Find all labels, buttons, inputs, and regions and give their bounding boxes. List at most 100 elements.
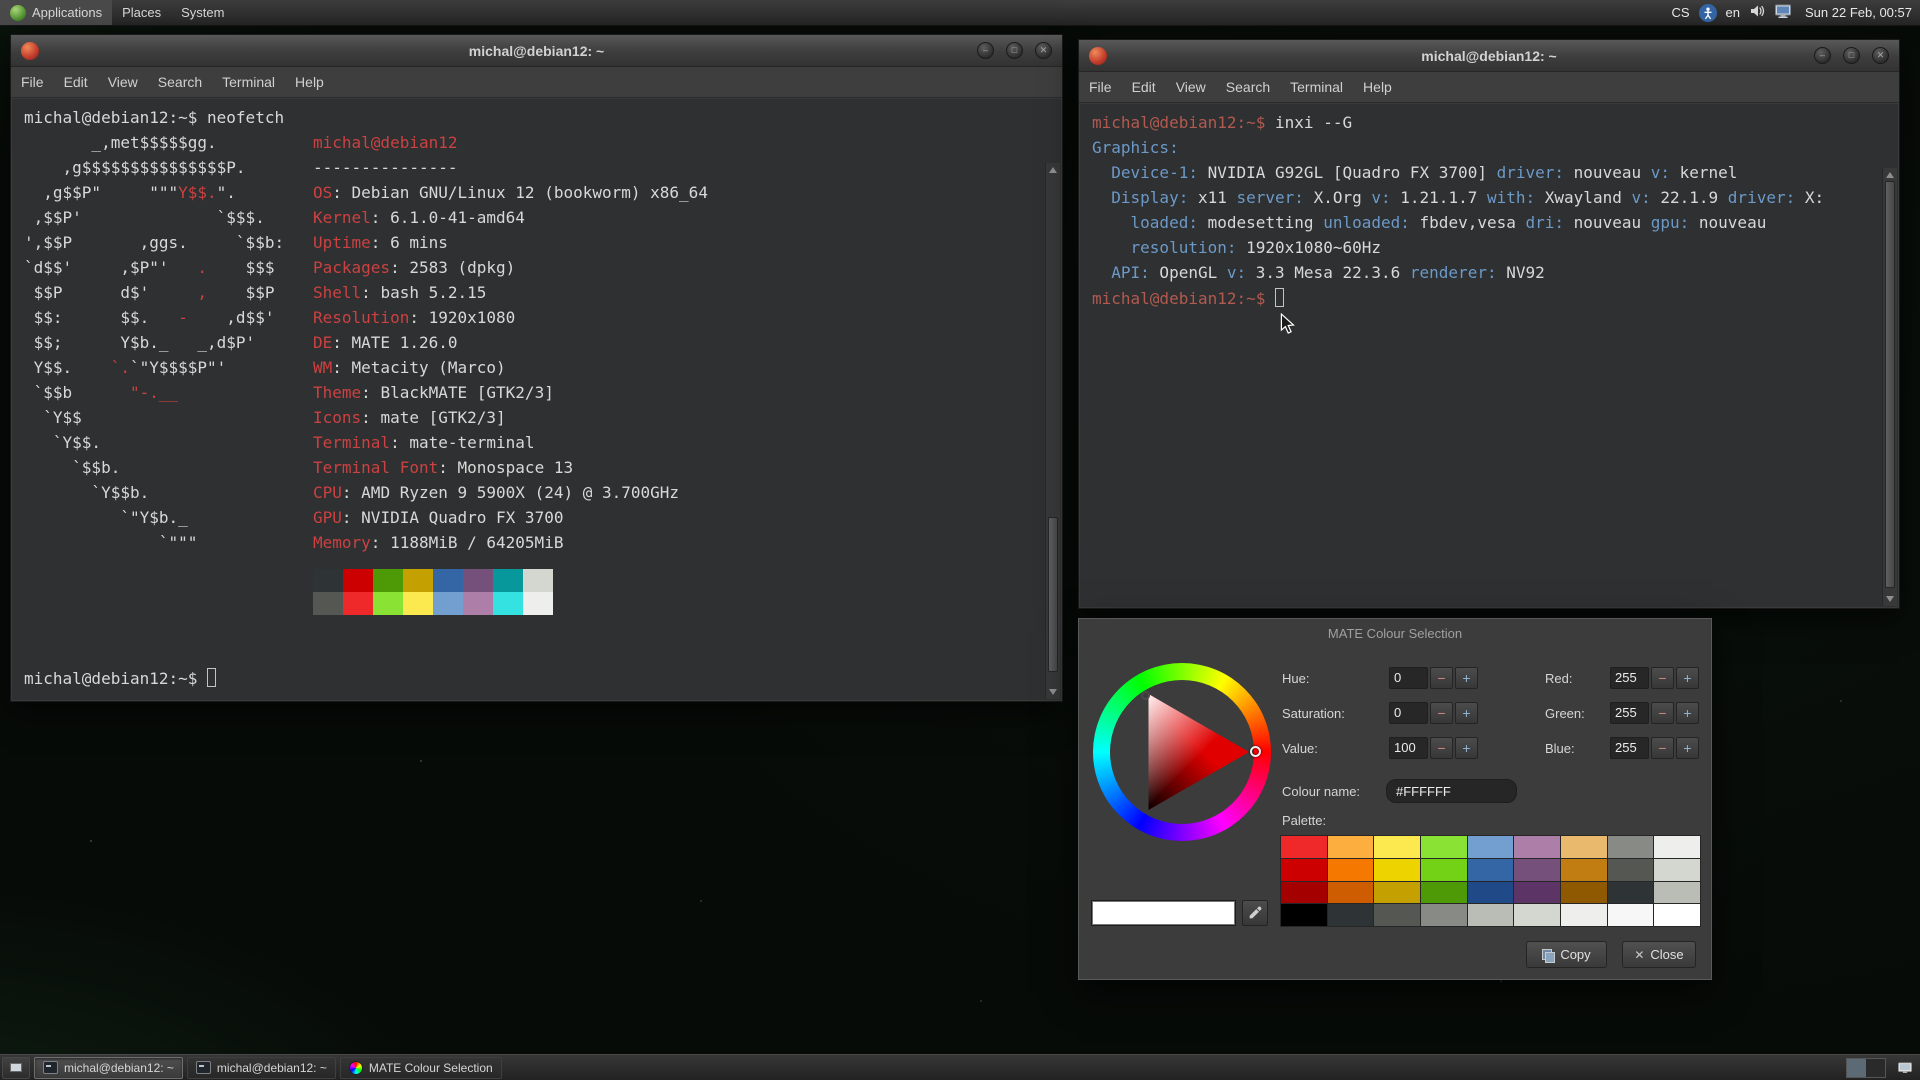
menu-system[interactable]: System: [171, 0, 234, 25]
palette-swatch[interactable]: [1514, 882, 1560, 904]
palette-swatch[interactable]: [1421, 904, 1467, 926]
menubar-item-view[interactable]: View: [1166, 79, 1216, 95]
scrollbar[interactable]: [1045, 163, 1060, 699]
palette-swatch[interactable]: [1654, 904, 1700, 926]
scrollbar-thumb[interactable]: [1885, 181, 1895, 588]
palette-swatch[interactable]: [1654, 836, 1700, 858]
volume-icon[interactable]: [1749, 3, 1765, 22]
palette-swatch[interactable]: [1514, 859, 1560, 881]
decrement-button[interactable]: −: [1430, 667, 1453, 689]
taskbar-button[interactable]: michal@debian12: ~: [34, 1057, 183, 1079]
menubar-item-search[interactable]: Search: [148, 74, 212, 90]
minimize-button[interactable]: –: [977, 42, 994, 59]
palette-swatch[interactable]: [1514, 904, 1560, 926]
minimize-button[interactable]: –: [1814, 47, 1831, 64]
palette-swatch[interactable]: [1561, 904, 1607, 926]
scroll-down-arrow[interactable]: [1049, 689, 1057, 695]
palette-swatch[interactable]: [1561, 882, 1607, 904]
palette-swatch[interactable]: [1468, 859, 1514, 881]
menubar-item-file[interactable]: File: [11, 74, 54, 90]
palette-swatch[interactable]: [1608, 859, 1654, 881]
show-desktop-button[interactable]: [2, 1057, 30, 1079]
language-indicator[interactable]: en: [1726, 5, 1740, 20]
terminal-content-left[interactable]: michal@debian12:~$ neofetch _,met$$$$$gg…: [12, 99, 1061, 700]
maximize-button[interactable]: □: [1006, 42, 1023, 59]
titlebar-right[interactable]: michal@debian12: ~ – □ ✕: [1079, 40, 1899, 72]
palette-swatch[interactable]: [1374, 882, 1420, 904]
spinner-value[interactable]: 0: [1389, 702, 1428, 724]
decrement-button[interactable]: −: [1651, 702, 1674, 724]
palette-swatch[interactable]: [1328, 836, 1374, 858]
palette-swatch[interactable]: [1281, 882, 1327, 904]
palette-swatch[interactable]: [1281, 836, 1327, 858]
workspace-2[interactable]: [1866, 1059, 1885, 1077]
decrement-button[interactable]: −: [1651, 737, 1674, 759]
menubar-item-terminal[interactable]: Terminal: [1280, 79, 1353, 95]
menubar-item-help[interactable]: Help: [285, 74, 334, 90]
accessibility-icon[interactable]: [1699, 4, 1717, 22]
close-dialog-button[interactable]: ✕ Close: [1622, 941, 1696, 968]
palette-swatch[interactable]: [1561, 859, 1607, 881]
window-menu-icon[interactable]: [21, 42, 39, 60]
palette-swatch[interactable]: [1608, 882, 1654, 904]
increment-button[interactable]: +: [1676, 737, 1699, 759]
hue-wheel[interactable]: [1093, 663, 1271, 841]
menubar-item-edit[interactable]: Edit: [1122, 79, 1166, 95]
spinner-value[interactable]: 255: [1610, 702, 1649, 724]
palette-swatch[interactable]: [1328, 882, 1374, 904]
palette-swatch[interactable]: [1561, 836, 1607, 858]
menu-places[interactable]: Places: [112, 0, 171, 25]
maximize-button[interactable]: □: [1843, 47, 1860, 64]
workspace-1[interactable]: [1847, 1059, 1866, 1077]
decrement-button[interactable]: −: [1430, 702, 1453, 724]
notification-area-icon[interactable]: [1896, 1060, 1914, 1076]
palette-swatch[interactable]: [1514, 836, 1560, 858]
display-indicator-icon[interactable]: [1774, 3, 1792, 22]
palette-swatch[interactable]: [1468, 882, 1514, 904]
palette-swatch[interactable]: [1328, 859, 1374, 881]
palette-swatch[interactable]: [1608, 836, 1654, 858]
palette-swatch[interactable]: [1374, 836, 1420, 858]
palette-swatch[interactable]: [1281, 859, 1327, 881]
increment-button[interactable]: +: [1455, 737, 1478, 759]
menubar-item-edit[interactable]: Edit: [54, 74, 98, 90]
scrollbar-thumb[interactable]: [1048, 517, 1058, 672]
sv-marker[interactable]: [1141, 691, 1150, 700]
palette-swatch[interactable]: [1281, 904, 1327, 926]
copy-button[interactable]: Copy: [1526, 941, 1607, 968]
palette-swatch[interactable]: [1328, 904, 1374, 926]
terminal-content-right[interactable]: michal@debian12:~$ inxi --GGraphics: Dev…: [1080, 104, 1898, 607]
increment-button[interactable]: +: [1676, 667, 1699, 689]
menu-applications[interactable]: Applications: [0, 0, 112, 25]
scroll-up-arrow[interactable]: [1049, 167, 1057, 173]
hue-marker[interactable]: [1250, 746, 1261, 757]
palette-swatch[interactable]: [1654, 882, 1700, 904]
keyboard-layout-indicator[interactable]: CS: [1671, 5, 1689, 20]
menubar-item-help[interactable]: Help: [1353, 79, 1402, 95]
palette-swatch[interactable]: [1374, 904, 1420, 926]
titlebar-left[interactable]: michal@debian12: ~ – □ ✕: [11, 35, 1062, 67]
palette-swatch[interactable]: [1468, 836, 1514, 858]
palette-swatch[interactable]: [1421, 859, 1467, 881]
spinner-value[interactable]: 255: [1610, 667, 1649, 689]
menubar-item-file[interactable]: File: [1079, 79, 1122, 95]
decrement-button[interactable]: −: [1651, 667, 1674, 689]
menubar-item-search[interactable]: Search: [1216, 79, 1280, 95]
palette-swatch[interactable]: [1421, 882, 1467, 904]
decrement-button[interactable]: −: [1430, 737, 1453, 759]
clock[interactable]: Sun 22 Feb, 00:57: [1801, 5, 1912, 20]
menubar-item-view[interactable]: View: [98, 74, 148, 90]
eyedropper-button[interactable]: [1242, 900, 1268, 926]
palette-swatch[interactable]: [1654, 859, 1700, 881]
palette-swatch[interactable]: [1608, 904, 1654, 926]
increment-button[interactable]: +: [1676, 702, 1699, 724]
spinner-value[interactable]: 255: [1610, 737, 1649, 759]
scroll-up-arrow[interactable]: [1886, 172, 1894, 178]
palette-swatch[interactable]: [1421, 836, 1467, 858]
scrollbar[interactable]: [1882, 168, 1897, 606]
increment-button[interactable]: +: [1455, 702, 1478, 724]
taskbar-button[interactable]: MATE Colour Selection: [340, 1057, 502, 1079]
menubar-item-terminal[interactable]: Terminal: [212, 74, 285, 90]
taskbar-button[interactable]: michal@debian12: ~: [187, 1057, 336, 1079]
spinner-value[interactable]: 0: [1389, 667, 1428, 689]
